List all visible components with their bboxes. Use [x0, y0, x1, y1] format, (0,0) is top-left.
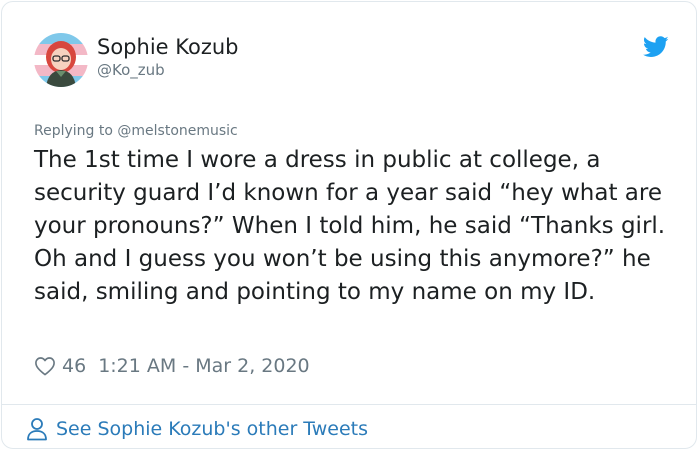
tweet-text: The 1st time I wore a dress in public at… — [34, 147, 666, 305]
tweet-meta: 46 1:21 AM - Mar 2, 2020 — [34, 352, 310, 380]
reply-mention-link[interactable]: @melstonemusic — [117, 123, 237, 139]
like-count[interactable]: 46 — [62, 355, 86, 377]
replying-to-line: Replying to @melstonemusic — [34, 121, 238, 141]
author-handle[interactable]: @Ko_zub — [97, 60, 165, 80]
avatar[interactable] — [34, 33, 88, 87]
tweet-timestamp[interactable]: 1:21 AM - Mar 2, 2020 — [98, 355, 309, 377]
divider — [2, 404, 696, 405]
twitter-bird-icon[interactable] — [643, 36, 669, 58]
person-icon — [27, 418, 47, 441]
heart-icon[interactable] — [34, 356, 56, 376]
see-other-tweets-label[interactable]: See Sophie Kozub's other Tweets — [56, 418, 368, 440]
author-name[interactable]: Sophie Kozub — [97, 33, 238, 61]
replying-to-label: Replying to — [34, 123, 113, 139]
see-other-tweets-link[interactable]: See Sophie Kozub's other Tweets — [26, 414, 368, 444]
tweet-card: Sophie Kozub @Ko_zub Replying to @melsto… — [1, 1, 697, 449]
